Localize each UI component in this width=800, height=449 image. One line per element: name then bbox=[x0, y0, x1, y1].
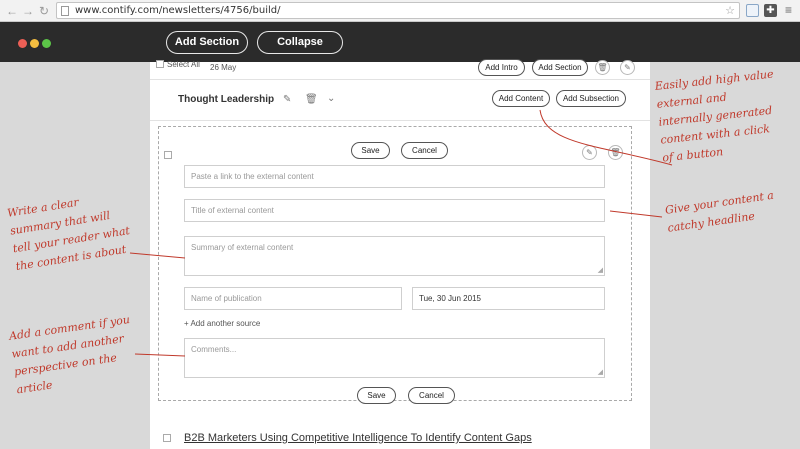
arrow-comment bbox=[134, 353, 186, 357]
arrow-headline bbox=[609, 210, 663, 218]
annotation-add-value: Easily add high value external and inter… bbox=[654, 67, 775, 165]
arrow-add-content bbox=[539, 109, 673, 166]
arrow-summary bbox=[129, 252, 186, 259]
